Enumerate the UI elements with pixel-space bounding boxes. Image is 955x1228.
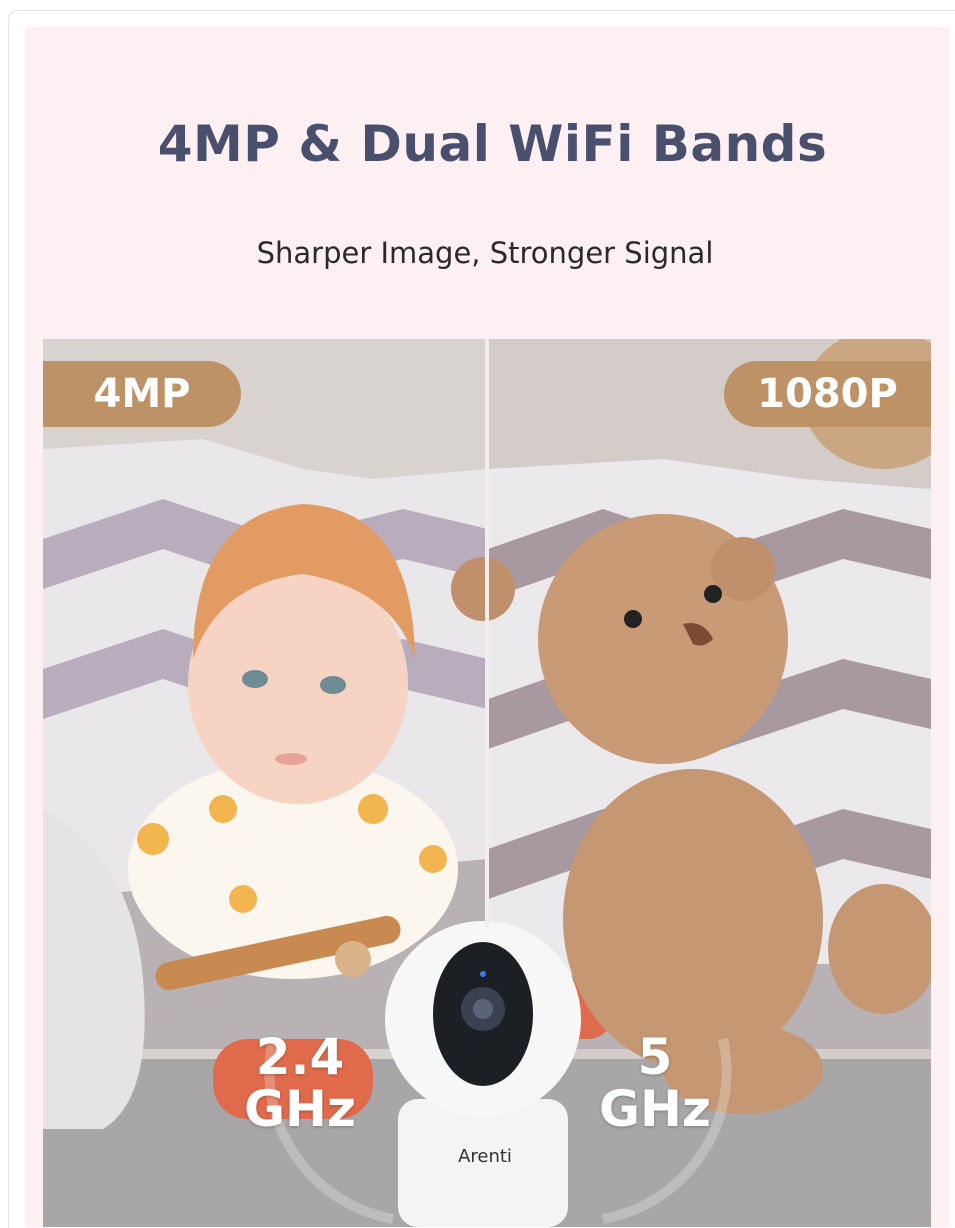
resolution-badge-4mp: 4MP (43, 361, 241, 427)
page-title: 4MP & Dual WiFi Bands (157, 115, 828, 173)
page-subtitle: Sharper Image, Stronger Signal (256, 236, 714, 270)
band-value: 5 (637, 1028, 673, 1086)
band-label-2-4ghz: 2.4 GHz (235, 1031, 365, 1135)
band-label-5ghz: 5 GHz (590, 1031, 720, 1135)
comparison-divider (485, 339, 489, 929)
camera-brand-logo: Arenti (458, 1146, 512, 1167)
band-unit: GHz (244, 1080, 356, 1138)
resolution-badge-1080p: 1080P (724, 361, 931, 427)
band-value: 2.4 (255, 1028, 345, 1086)
band-unit: GHz (599, 1080, 711, 1138)
